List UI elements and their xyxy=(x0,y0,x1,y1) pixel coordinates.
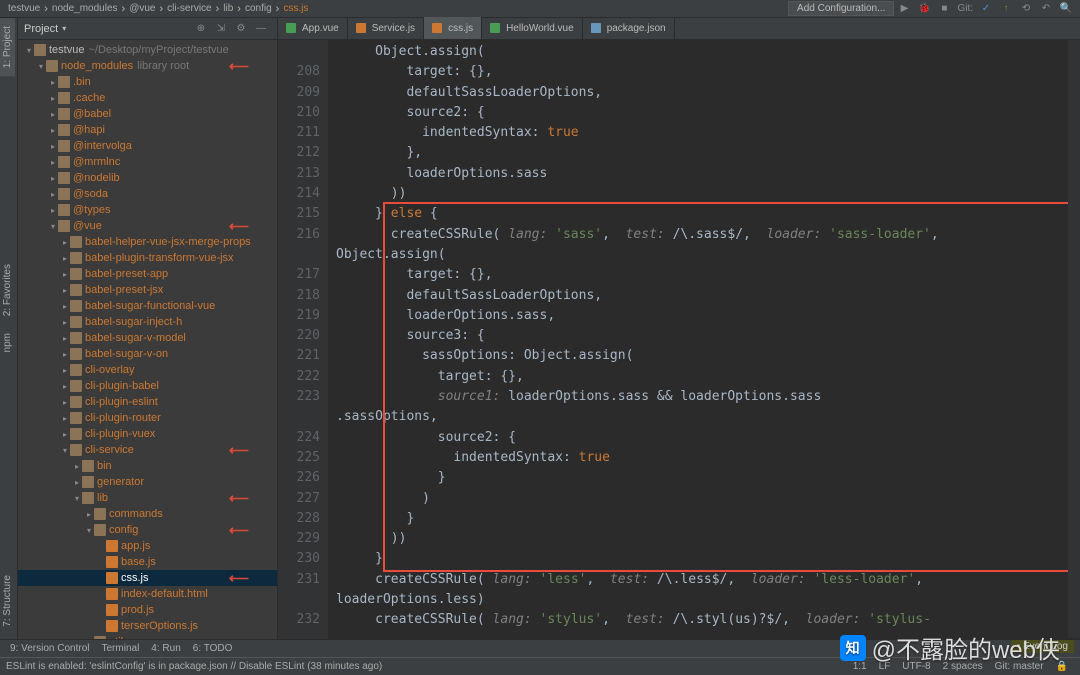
tree-node[interactable]: ▸@intervolga xyxy=(18,138,277,154)
tree-node[interactable]: ▸babel-preset-app xyxy=(18,266,277,282)
editor-tab[interactable]: Service.js xyxy=(348,17,424,39)
tree-node[interactable]: ▾@vue⟵ xyxy=(18,218,277,234)
run-icon[interactable]: ▶ xyxy=(897,2,911,16)
tree-node[interactable]: ▸cli-plugin-vuex xyxy=(18,426,277,442)
select-opened-icon[interactable]: ⊕ xyxy=(194,22,208,36)
crumb[interactable]: @vue xyxy=(125,3,159,14)
editor-scrollbar[interactable] xyxy=(1068,40,1080,638)
tree-node[interactable]: ▾config⟵ xyxy=(18,522,277,538)
tree-node[interactable]: css.js⟵ xyxy=(18,570,277,586)
vcs-update-icon[interactable]: ✓ xyxy=(979,2,993,16)
gear-icon[interactable]: ⚙ xyxy=(234,22,248,36)
crumb[interactable]: cli-service xyxy=(163,3,215,14)
code-lines[interactable]: Object.assign( target: {}, defaultSassLo… xyxy=(328,40,1080,639)
editor-tab[interactable]: package.json xyxy=(583,17,675,39)
tool-todo[interactable]: 6: TODO xyxy=(187,643,239,654)
collapse-icon[interactable]: ⇲ xyxy=(214,22,228,36)
tree-node[interactable]: ▸bin xyxy=(18,458,277,474)
tree-node[interactable]: terserOptions.js xyxy=(18,618,277,634)
crumb-file[interactable]: css.js xyxy=(279,3,312,14)
tree-node[interactable]: ▸babel-sugar-v-model xyxy=(18,330,277,346)
history-icon[interactable]: ⟲ xyxy=(1019,2,1033,16)
tree-node[interactable]: ▸babel-helper-vue-jsx-merge-props xyxy=(18,234,277,250)
tree-node[interactable]: ▸@types xyxy=(18,202,277,218)
tree-node[interactable]: ▸cli-plugin-eslint xyxy=(18,394,277,410)
crumb[interactable]: lib xyxy=(219,3,237,14)
tree-node[interactable]: ▾testvue~/Desktop/myProject/testvue xyxy=(18,42,277,58)
tree-node[interactable]: ▸cli-plugin-router xyxy=(18,410,277,426)
tree-node[interactable]: ▸babel-preset-jsx xyxy=(18,282,277,298)
tool-vcs[interactable]: 9: Version Control xyxy=(4,643,96,654)
tree-node[interactable]: ▸babel-sugar-v-on xyxy=(18,346,277,362)
editor-tab[interactable]: App.vue xyxy=(278,17,348,39)
tree-node[interactable]: ▸util xyxy=(18,634,277,639)
tree-node[interactable]: ▸babel-sugar-inject-h xyxy=(18,314,277,330)
debug-icon[interactable]: 🐞 xyxy=(917,2,931,16)
tree-node[interactable]: ▸.bin xyxy=(18,74,277,90)
watermark: 知 @不露脸的web侠 xyxy=(840,630,1060,665)
tree-node[interactable]: ▾node_moduleslibrary root⟵ xyxy=(18,58,277,74)
add-configuration-button[interactable]: Add Configuration... xyxy=(788,1,894,16)
stop-icon: ■ xyxy=(937,2,951,16)
git-label: Git: xyxy=(957,2,973,16)
editor-area: App.vueService.jscss.jsHelloWorld.vuepac… xyxy=(278,18,1080,639)
search-icon[interactable]: 🔍 xyxy=(1059,2,1073,16)
editor-tab[interactable]: HelloWorld.vue xyxy=(482,17,583,39)
crumb[interactable]: testvue xyxy=(4,3,44,14)
tool-tab-project[interactable]: 1: Project xyxy=(0,18,15,76)
tree-node[interactable]: ▸babel-sugar-functional-vue xyxy=(18,298,277,314)
sidebar-header: Project ▾ ⊕ ⇲ ⚙ — xyxy=(18,18,277,40)
tree-node[interactable]: ▸generator xyxy=(18,474,277,490)
sidebar-title[interactable]: Project xyxy=(24,23,58,35)
tool-tab-structure[interactable]: 7: Structure xyxy=(0,567,15,635)
tool-tab-npm[interactable]: npm xyxy=(0,325,15,360)
tree-node[interactable]: ▸@soda xyxy=(18,186,277,202)
tree-node[interactable]: ▸babel-plugin-transform-vue-jsx xyxy=(18,250,277,266)
code-area[interactable]: 208209210211212213214215216 217218219220… xyxy=(278,40,1080,639)
tree-node[interactable]: base.js xyxy=(18,554,277,570)
zhihu-icon: 知 xyxy=(840,635,866,661)
tool-run[interactable]: 4: Run xyxy=(145,643,186,654)
tree-node[interactable]: ▸@nodelib xyxy=(18,170,277,186)
tree-node[interactable]: ▾cli-service⟵ xyxy=(18,442,277,458)
project-sidebar: Project ▾ ⊕ ⇲ ⚙ — ▾testvue~/Desktop/myPr… xyxy=(18,18,278,639)
tree-node[interactable]: ▸cli-plugin-babel xyxy=(18,378,277,394)
eslint-status[interactable]: ESLint is enabled: 'eslintConfig' is in … xyxy=(6,661,382,672)
hide-icon[interactable]: — xyxy=(254,22,268,36)
left-tool-strip: 1: Project 2: Favorites npm 7: Structure xyxy=(0,18,18,639)
tool-terminal[interactable]: Terminal xyxy=(96,643,146,654)
revert-icon[interactable]: ↶ xyxy=(1039,2,1053,16)
tree-node[interactable]: app.js xyxy=(18,538,277,554)
editor-tabs: App.vueService.jscss.jsHelloWorld.vuepac… xyxy=(278,18,1080,40)
tree-node[interactable]: ▸@babel xyxy=(18,106,277,122)
editor-tab[interactable]: css.js xyxy=(424,17,482,39)
tree-node[interactable]: ▸@mrmlnc xyxy=(18,154,277,170)
crumb[interactable]: config xyxy=(241,3,276,14)
tree-node[interactable]: ▾lib⟵ xyxy=(18,490,277,506)
breadcrumb-bar: testvue› node_modules› @vue› cli-service… xyxy=(0,0,1080,18)
tree-node[interactable]: index-default.html xyxy=(18,586,277,602)
tree-node[interactable]: ▸cli-overlay xyxy=(18,362,277,378)
vcs-commit-icon[interactable]: ↑ xyxy=(999,2,1013,16)
tree-node[interactable]: ▸commands xyxy=(18,506,277,522)
crumb[interactable]: node_modules xyxy=(48,3,122,14)
tree-node[interactable]: ▸.cache xyxy=(18,90,277,106)
tree-node[interactable]: ▸@hapi xyxy=(18,122,277,138)
tool-tab-favorites[interactable]: 2: Favorites xyxy=(0,256,15,324)
line-gutter: 208209210211212213214215216 217218219220… xyxy=(278,40,328,639)
project-tree[interactable]: ▾testvue~/Desktop/myProject/testvue▾node… xyxy=(18,40,277,639)
tree-node[interactable]: prod.js xyxy=(18,602,277,618)
